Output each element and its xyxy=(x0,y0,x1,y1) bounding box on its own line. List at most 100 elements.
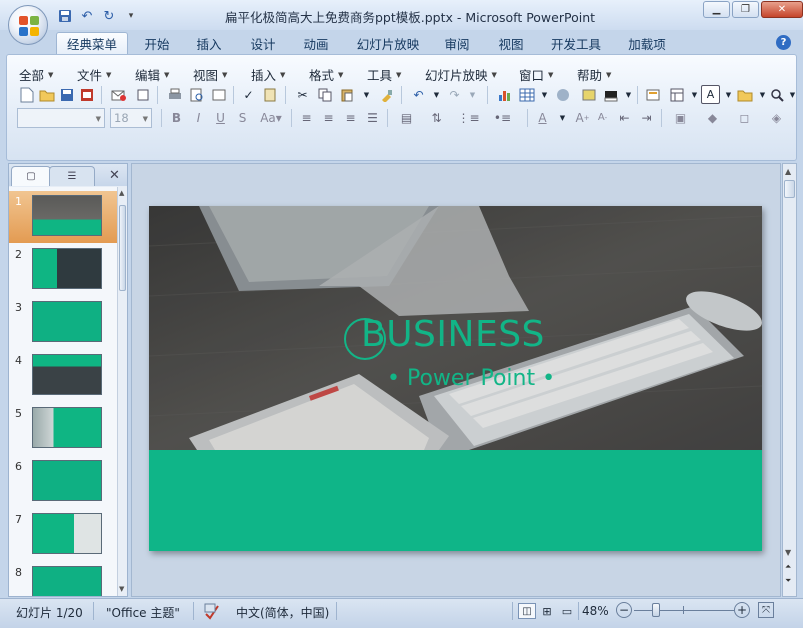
layout-icon[interactable] xyxy=(209,85,228,104)
text-direction-icon[interactable]: ⇅ xyxy=(427,108,446,127)
tab-developer[interactable]: 开发工具 xyxy=(544,32,608,54)
change-case-icon[interactable]: Aa▾ xyxy=(257,108,285,127)
shape-fill-icon[interactable]: ◈ xyxy=(767,108,786,127)
open-folder-icon[interactable] xyxy=(37,85,56,104)
fit-to-window-icon[interactable]: ⤧ xyxy=(758,602,774,618)
shapes-icon[interactable]: ◆ xyxy=(703,108,722,127)
slide-subtitle[interactable]: • Power Point • xyxy=(387,366,555,391)
undo-icon[interactable]: ↶ xyxy=(78,7,96,25)
menu-view[interactable]: 视图 ▼ xyxy=(193,65,227,84)
slides-tab[interactable]: ▢ xyxy=(11,166,51,186)
arrange-icon[interactable]: ▣ xyxy=(671,108,690,127)
print-preview-icon[interactable] xyxy=(187,85,206,104)
scroll-down-arrow-icon[interactable]: ▼ xyxy=(785,548,791,557)
office-button[interactable] xyxy=(8,5,48,45)
menu-format[interactable]: 格式 ▼ xyxy=(309,65,343,84)
scroll-up-arrow-icon[interactable]: ▲ xyxy=(785,167,791,176)
italic-icon[interactable]: I xyxy=(189,108,208,127)
current-slide[interactable]: BUSINESS • Power Point • xyxy=(149,206,762,551)
language-indicator[interactable]: 中文(简体，中国) xyxy=(236,604,329,621)
underline-icon[interactable]: U xyxy=(211,108,230,127)
tab-home[interactable]: 开始 xyxy=(136,32,178,54)
thumbnails-scrollbar[interactable]: ▲ ▼ xyxy=(117,187,127,596)
quick-styles-icon[interactable]: ◻ xyxy=(735,108,754,127)
tab-review[interactable]: 审阅 xyxy=(436,32,478,54)
editor-scrollbar[interactable]: ▲ ▼ ⏶ ⏷ xyxy=(782,163,797,597)
customize-quick-access-icon[interactable]: ▾ xyxy=(122,7,140,25)
font-size-combo[interactable]: 18 ▼ xyxy=(110,108,152,128)
table-icon[interactable] xyxy=(517,85,536,104)
undo-icon[interactable]: ↶ xyxy=(409,85,428,104)
shrink-font-icon[interactable]: A- xyxy=(593,108,612,127)
slide-title[interactable]: BUSINESS xyxy=(361,314,545,355)
menu-file[interactable]: 文件 ▼ xyxy=(77,65,111,84)
paste-icon[interactable] xyxy=(337,85,356,104)
font-color-icon[interactable]: A xyxy=(533,108,552,127)
research-icon[interactable] xyxy=(261,85,280,104)
slide-thumbnail-6[interactable]: 6 xyxy=(9,456,117,508)
menu-tools[interactable]: 工具 ▼ xyxy=(367,65,401,84)
spell-check-icon[interactable] xyxy=(203,602,221,623)
permission-icon[interactable] xyxy=(77,85,96,104)
menu-slideshow[interactable]: 幻灯片放映 ▼ xyxy=(425,65,497,84)
redo-icon[interactable]: ↻ xyxy=(100,7,118,25)
slide-thumbnail-5[interactable]: 5 xyxy=(9,403,117,455)
align-right-icon[interactable]: ≡ xyxy=(341,108,360,127)
color-scheme-dropdown-icon[interactable]: ▼ xyxy=(619,85,638,104)
paste-dropdown-icon[interactable]: ▼ xyxy=(357,85,376,104)
layout-grid-icon[interactable] xyxy=(667,85,686,104)
spelling-icon[interactable]: ✓ xyxy=(239,85,258,104)
shadow-icon[interactable]: S xyxy=(233,108,252,127)
grow-font-icon[interactable]: A + xyxy=(573,108,592,127)
zoom-level[interactable]: 48% xyxy=(582,604,609,618)
zoom-in-icon[interactable]: + xyxy=(734,602,750,618)
close-pane-icon[interactable]: ✕ xyxy=(109,168,120,183)
zoom-slider-thumb[interactable] xyxy=(652,603,660,617)
picture-icon[interactable] xyxy=(579,85,598,104)
font-family-combo[interactable]: ▼ xyxy=(17,108,105,128)
slide-thumbnail-7[interactable]: 7 xyxy=(9,509,117,561)
previous-slide-icon[interactable]: ⏶ xyxy=(785,562,791,572)
scrollbar-thumb[interactable] xyxy=(784,180,795,198)
menu-help[interactable]: 帮助 ▼ xyxy=(577,65,611,84)
insert-folder-icon[interactable] xyxy=(735,85,754,104)
decrease-indent-icon[interactable]: ⇤ xyxy=(615,108,634,127)
zoom-slider-track[interactable] xyxy=(634,610,734,611)
send-email-icon[interactable] xyxy=(109,85,128,104)
increase-indent-icon[interactable]: ⇥ xyxy=(637,108,656,127)
tab-animation[interactable]: 动画 xyxy=(295,32,337,54)
clip-art-icon[interactable] xyxy=(553,85,572,104)
new-slide-icon[interactable] xyxy=(643,85,662,104)
align-left-icon[interactable]: ≡ xyxy=(297,108,316,127)
attach-icon[interactable] xyxy=(133,85,152,104)
tab-design[interactable]: 设计 xyxy=(242,32,284,54)
minimize-button[interactable]: ▁ xyxy=(703,1,730,18)
bold-icon[interactable]: B xyxy=(167,108,186,127)
help-icon[interactable]: ? xyxy=(776,35,791,50)
color-scheme-icon[interactable] xyxy=(601,85,620,104)
columns-icon[interactable]: ▤ xyxy=(397,108,416,127)
table-dropdown-icon[interactable]: ▼ xyxy=(535,85,554,104)
close-button[interactable]: ✕ xyxy=(761,1,803,18)
save-icon[interactable] xyxy=(57,85,76,104)
print-icon[interactable] xyxy=(165,85,184,104)
outline-tab[interactable]: ☰ xyxy=(49,166,95,186)
chart-icon[interactable] xyxy=(495,85,514,104)
menu-window[interactable]: 窗口 ▼ xyxy=(519,65,553,84)
normal-view-icon[interactable]: ◫ xyxy=(518,603,536,619)
save-icon[interactable] xyxy=(56,7,74,25)
bullets-icon[interactable]: •≡ xyxy=(493,108,512,127)
menu-edit[interactable]: 编辑 ▼ xyxy=(135,65,169,84)
undo-dropdown-icon[interactable]: ▼ xyxy=(427,85,446,104)
slideshow-view-icon[interactable]: ▭ xyxy=(558,603,576,619)
scroll-down-arrow-icon[interactable]: ▼ xyxy=(119,585,124,593)
tab-insert[interactable]: 插入 xyxy=(188,32,230,54)
cut-icon[interactable]: ✂ xyxy=(293,85,312,104)
tab-classic-menu[interactable]: 经典菜单 xyxy=(56,32,128,54)
slide-thumbnail-1[interactable]: 1 xyxy=(9,191,117,243)
font-color-dropdown-icon[interactable]: ▼ xyxy=(553,108,572,127)
slide-thumbnail-4[interactable]: 4 xyxy=(9,350,117,402)
slide-thumbnail-2[interactable]: 2 xyxy=(9,244,117,296)
zoom-out-icon[interactable]: − xyxy=(616,602,632,618)
tab-slideshow[interactable]: 幻灯片放映 xyxy=(350,32,426,54)
